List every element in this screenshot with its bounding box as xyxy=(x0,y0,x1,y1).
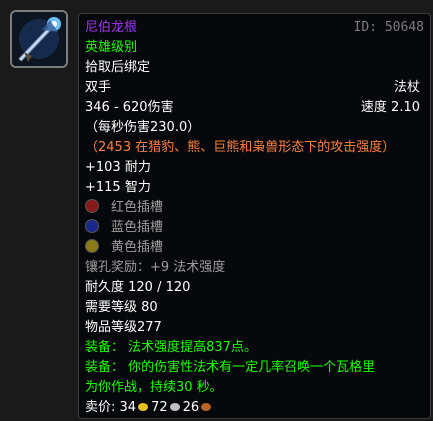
sell-label: 卖价: xyxy=(85,400,116,415)
equip-spellpower: 装备： 法术强度提高837点。 xyxy=(85,340,257,355)
stat-intellect: +115 智力 xyxy=(85,180,151,195)
slot-row: 双手 法杖 xyxy=(85,78,426,98)
bind-text: 拾取后绑定 xyxy=(85,60,151,75)
socket-label: 红色插槽 xyxy=(111,200,164,215)
sell-price: 卖价: 34 72 26 xyxy=(85,398,426,418)
red-socket-icon xyxy=(85,199,99,213)
blue-socket-icon xyxy=(85,219,99,233)
slot-text: 双手 xyxy=(85,80,112,95)
gold-coin-icon xyxy=(138,403,149,411)
sell-copper-amount: 26 xyxy=(182,400,200,415)
weapon-type: 法杖 xyxy=(393,80,420,95)
stat-stamina: +103 耐力 xyxy=(85,160,151,175)
socket-yellow: 黄色插槽 xyxy=(85,238,426,258)
socket-label: 黄色插槽 xyxy=(111,240,164,255)
sell-silver-amount: 72 xyxy=(151,400,168,415)
socket-red: 红色插槽 xyxy=(85,198,426,218)
item-tooltip: 尼伯龙根 ID: 50648 英雄级别 拾取后绑定 双手 法杖 346 - 62… xyxy=(78,13,431,419)
feral-ap-text: （2453 在猎豹、熊、巨熊和枭兽形态下的攻击强度） xyxy=(85,140,396,155)
speed-text: 速度 2.10 xyxy=(360,100,420,115)
socket-blue: 蓝色插槽 xyxy=(85,218,426,238)
dps-text: （每秒伤害230.0） xyxy=(85,120,201,135)
equip-proc-line1: 装备： 你的伤害性法术有一定几率召唤一个瓦格里 xyxy=(85,360,376,375)
required-level: 需要等级 80 xyxy=(85,300,158,315)
item-icon xyxy=(10,10,68,68)
damage-text: 346 - 620伤害 xyxy=(85,100,174,115)
silver-coin-icon xyxy=(169,403,180,411)
equip-proc-line2: 为你作战，持续30 秒。 xyxy=(85,380,223,395)
staff-icon xyxy=(12,12,66,66)
item-level: 物品等级277 xyxy=(85,320,162,335)
copper-coin-icon xyxy=(201,403,212,411)
yellow-socket-icon xyxy=(85,239,99,253)
durability-text: 耐久度 120 / 120 xyxy=(85,280,191,295)
item-id: ID: 50648 xyxy=(353,20,424,35)
damage-row: 346 - 620伤害 速度 2.10 xyxy=(85,98,426,118)
sell-gold-amount: 34 xyxy=(119,400,137,415)
socket-bonus: 镶孔奖励：+9 法术强度 xyxy=(85,260,226,275)
item-quality: 英雄级别 xyxy=(85,40,138,55)
socket-label: 蓝色插槽 xyxy=(111,220,164,235)
